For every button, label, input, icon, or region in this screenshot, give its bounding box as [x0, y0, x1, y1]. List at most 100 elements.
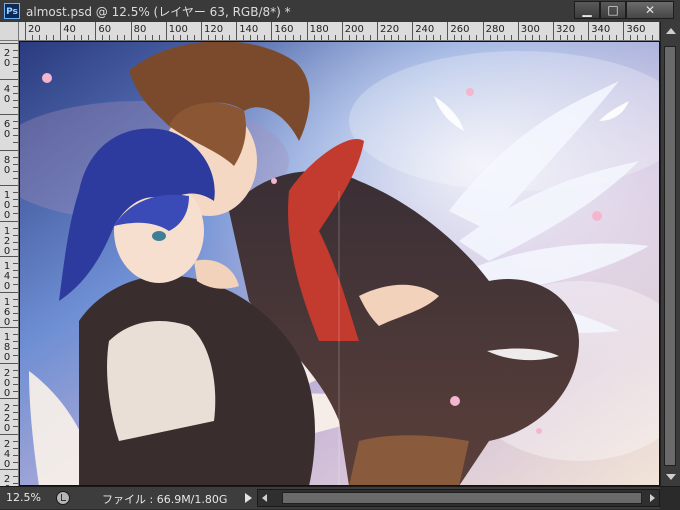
ruler-tick [13, 163, 18, 165]
ruler-tick [13, 312, 18, 314]
minimize-button[interactable]: ▁ [574, 1, 600, 19]
ruler-tick [13, 383, 18, 385]
scroll-left-arrow-icon[interactable] [262, 494, 267, 502]
ruler-tick [538, 35, 540, 40]
horizontal-scroll-thumb[interactable] [282, 492, 642, 504]
document-canvas[interactable] [19, 41, 660, 486]
ruler-tick [637, 35, 639, 40]
status-menu-arrow-icon[interactable] [245, 493, 252, 503]
ruler-tick [13, 319, 18, 321]
ruler-label: 180 [3, 332, 11, 363]
ruler-label: 240 [3, 438, 11, 470]
ruler-tick [292, 35, 294, 40]
ruler-tick [13, 305, 18, 307]
ruler-tick [306, 22, 308, 40]
ruler-tick [13, 227, 18, 229]
ruler-tick [503, 35, 505, 40]
maximize-icon: □ [607, 3, 619, 17]
ruler-tick [67, 35, 69, 40]
ruler-tick [13, 476, 18, 478]
ruler-label: 280 [485, 24, 505, 35]
ruler-tick [13, 234, 18, 236]
ruler-tick [0, 43, 18, 44]
ruler-tick [616, 35, 618, 40]
ruler-label: 80 [3, 154, 11, 176]
ruler-tick [13, 156, 18, 158]
horizontal-scrollbar[interactable] [257, 489, 660, 507]
ruler-tick [0, 185, 18, 186]
ruler-tick [264, 35, 266, 40]
ruler-tick [32, 35, 34, 40]
ruler-tick [88, 35, 90, 40]
ruler-label: 240 [415, 24, 435, 35]
vertical-scroll-thumb[interactable] [664, 46, 676, 466]
ruler-tick [13, 50, 18, 52]
ruler-label: 340 [591, 24, 611, 35]
ruler-tick [609, 35, 611, 40]
vertical-ruler[interactable]: 20 40 60 80 100 120 140 160 180 200 220 240 260 [0, 41, 19, 486]
ruler-tick [13, 99, 18, 101]
ruler-tick [327, 35, 329, 40]
ruler-label: 100 [3, 190, 11, 221]
ruler-tick [545, 35, 547, 40]
ruler-label: 260 [3, 474, 11, 487]
ruler-tick [581, 35, 583, 40]
ruler-tick [13, 128, 18, 130]
maximize-button[interactable]: □ [600, 1, 626, 19]
ruler-tick [0, 114, 18, 115]
status-bar: 12.5% ファイル : 66.9M/1.80G [0, 486, 680, 510]
ruler-tick [440, 35, 442, 40]
ruler-tick [384, 35, 386, 40]
ruler-label: 60 [98, 24, 112, 35]
ruler-tick [25, 22, 26, 40]
ruler-tick [13, 170, 18, 172]
ruler-tick [475, 35, 477, 40]
scroll-up-arrow-icon[interactable] [666, 28, 676, 34]
ruler-tick [13, 390, 18, 392]
ruler-tick [461, 35, 463, 40]
ruler-tick [13, 440, 18, 442]
ruler-label: 220 [3, 403, 11, 434]
ruler-label: 140 [3, 261, 11, 292]
ruler-tick [13, 412, 18, 414]
scroll-right-arrow-icon[interactable] [650, 494, 655, 502]
scroll-down-arrow-icon[interactable] [666, 474, 676, 480]
ruler-tick [377, 22, 378, 40]
ruler-tick [13, 277, 18, 279]
ruler-tick [201, 22, 202, 40]
ruler-label: 100 [168, 24, 188, 35]
ruler-tick [81, 35, 83, 40]
ruler-tick [130, 22, 132, 40]
ruler-tick [13, 199, 18, 201]
ruler-tick [13, 85, 18, 87]
zoom-level[interactable]: 12.5% [6, 490, 48, 506]
close-button[interactable]: ✕ [626, 1, 674, 19]
ruler-tick [574, 35, 576, 40]
ruler-tick [46, 35, 48, 40]
ruler-tick [454, 35, 456, 40]
ruler-tick [179, 35, 181, 40]
ruler-tick [0, 78, 18, 80]
ruler-tick [137, 35, 139, 40]
ruler-tick [0, 149, 18, 151]
ruler-tick [109, 35, 111, 40]
ruler-tick [285, 35, 287, 40]
ruler-tick [651, 35, 653, 40]
ruler-tick [13, 213, 18, 215]
vertical-scrollbar[interactable] [660, 22, 680, 486]
ruler-label: 200 [344, 24, 364, 35]
ruler-origin[interactable] [0, 22, 19, 41]
ruler-tick [13, 92, 18, 94]
ruler-tick [510, 35, 512, 40]
ruler-label: 140 [239, 24, 259, 35]
ruler-tick [433, 35, 435, 40]
ruler-label: 80 [133, 24, 147, 35]
ruler-tick [13, 248, 18, 250]
horizontal-ruler[interactable]: 20 40 60 80 100 120 140 160 180 200 220 240 260 280 30… [19, 22, 660, 41]
status-info-icon[interactable] [56, 491, 70, 505]
ruler-tick [13, 355, 18, 357]
ruler-tick [13, 241, 18, 243]
ruler-tick [250, 35, 252, 40]
ruler-tick [13, 263, 18, 265]
ruler-label: 20 [3, 48, 11, 69]
